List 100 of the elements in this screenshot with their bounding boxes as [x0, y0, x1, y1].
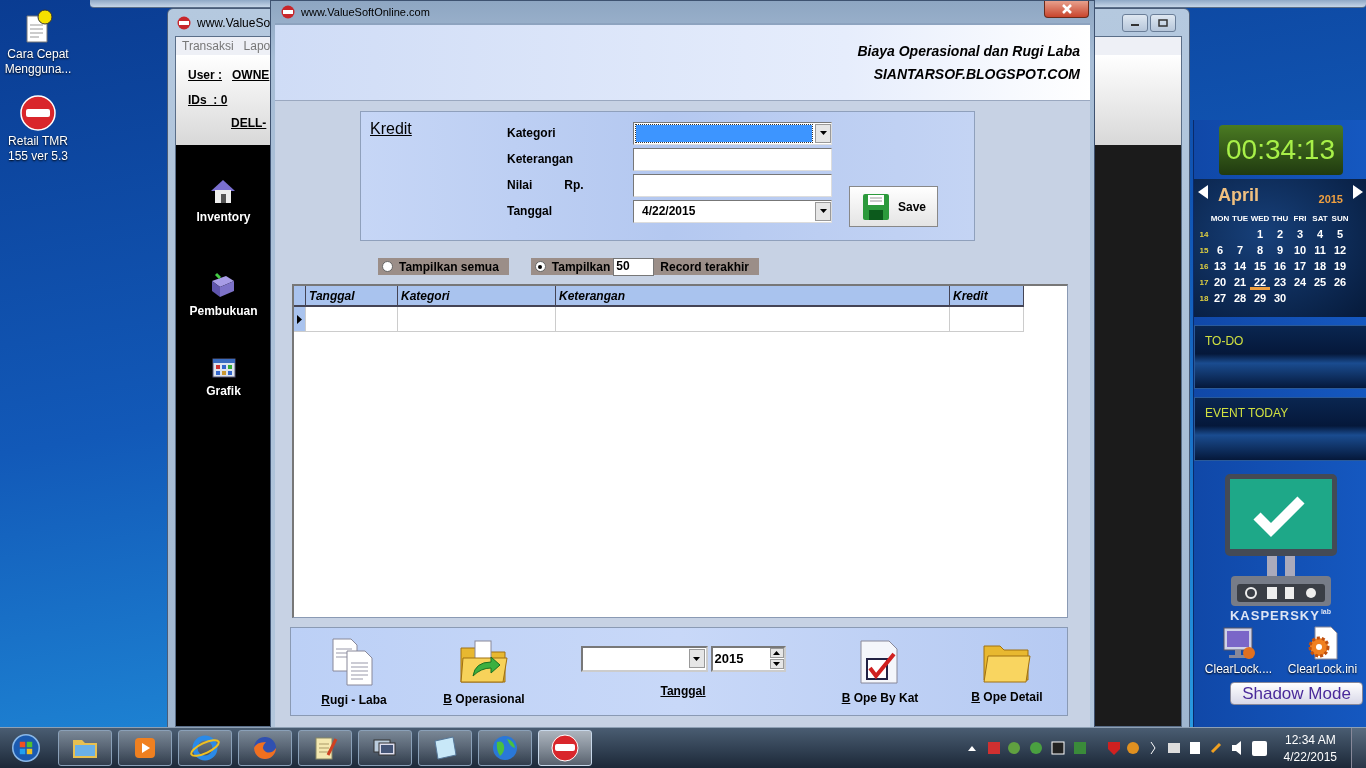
sidebar-item[interactable]: Inventory — [190, 177, 257, 225]
year-spinner[interactable]: 2015 — [710, 645, 786, 672]
calendar-day[interactable]: 1 — [1250, 227, 1270, 242]
taskbar-button[interactable] — [418, 730, 472, 766]
week-number: 18 — [1198, 293, 1210, 305]
save-button[interactable]: Save — [849, 186, 938, 227]
maximize-button[interactable] — [1150, 13, 1176, 32]
text-field[interactable] — [633, 173, 832, 197]
column-header[interactable]: Tanggal — [306, 286, 398, 307]
calendar-day[interactable]: 6 — [1210, 243, 1230, 258]
calendar-day[interactable]: 24 — [1290, 275, 1310, 290]
calendar-day[interactable]: 26 — [1330, 275, 1350, 290]
globe-e-icon — [190, 733, 220, 763]
column-header[interactable]: Keterangan — [556, 286, 950, 307]
year-label: 2015 — [1318, 193, 1343, 205]
calendar-day[interactable]: 9 — [1270, 243, 1290, 258]
desktop-shortcut[interactable]: Cara Cepat Mengguna... — [0, 8, 76, 77]
period-label: Tanggal — [660, 683, 706, 698]
sidebar-item[interactable]: Pembukuan — [183, 271, 264, 319]
unit-label: Rp. — [564, 178, 584, 192]
calendar-day[interactable]: 19 — [1330, 259, 1350, 274]
weekday-label: SUN — [1330, 213, 1350, 225]
radio-option[interactable]: Tampilkan 50 Record terakhir — [530, 258, 759, 275]
menu-item[interactable]: Lapo — [243, 39, 271, 53]
calendar-day[interactable]: 3 — [1290, 227, 1310, 242]
calendar-day[interactable]: 28 — [1230, 291, 1250, 306]
taskbar-button[interactable] — [178, 730, 232, 766]
calendar-day[interactable]: 8 — [1250, 243, 1270, 258]
calendar-day[interactable]: 4 — [1310, 227, 1330, 242]
toolbar-button[interactable]: B Operasional — [443, 637, 525, 706]
calendar-day[interactable]: 22 — [1250, 275, 1270, 290]
toolbar-button[interactable]: B Ope By Kat — [841, 638, 919, 705]
taskbar-button[interactable] — [538, 730, 592, 766]
calendar-day[interactable]: 15 — [1250, 259, 1270, 274]
dropdown-arrow-icon — [693, 656, 700, 661]
desktop-shortcut[interactable]: Retail TMR 155 ver 5.3 — [0, 95, 76, 164]
calendar-day[interactable]: 23 — [1270, 275, 1290, 290]
desktop-shortcut[interactable]: ClearLock.ini — [1284, 625, 1361, 676]
calendar-day[interactable]: 21 — [1230, 275, 1250, 290]
desktop-shortcut[interactable]: ClearLock.... — [1200, 625, 1277, 676]
week-number: 15 — [1198, 245, 1210, 257]
banner-title: Biaya Operasional dan Rugi Laba — [857, 43, 1080, 59]
minimize-button[interactable] — [1122, 13, 1148, 32]
calendar-day[interactable]: 30 — [1270, 291, 1290, 306]
calendar-day[interactable]: 2 — [1270, 227, 1290, 242]
row-selector[interactable] — [294, 307, 306, 332]
taskbar-button[interactable] — [238, 730, 292, 766]
window-title: www.ValueSo — [197, 15, 271, 30]
column-header[interactable]: Kategori — [398, 286, 556, 307]
calendar-day[interactable]: 25 — [1310, 275, 1330, 290]
globe-icon — [490, 733, 520, 763]
month-dropdown[interactable] — [580, 645, 708, 672]
sidebar-item[interactable]: Grafik — [200, 357, 247, 399]
dropdown-arrow-icon — [819, 131, 827, 135]
calendar-day[interactable]: 7 — [1230, 243, 1250, 258]
radio-button[interactable] — [534, 261, 546, 272]
taskbar-button[interactable] — [478, 730, 532, 766]
weekday-label: SAT — [1311, 213, 1329, 225]
column-header[interactable]: Kredit — [950, 286, 1024, 307]
record-count-field[interactable]: 50 — [613, 257, 655, 276]
clock-time: 12:34 AM — [1284, 732, 1336, 747]
close-button[interactable] — [1044, 1, 1089, 18]
taskbar-button[interactable] — [58, 730, 112, 766]
calendar-day[interactable]: 27 — [1210, 291, 1230, 306]
next-icon[interactable] — [1353, 185, 1363, 199]
month-title: April — [1218, 185, 1259, 206]
calendar-day[interactable]: 5 — [1330, 227, 1350, 242]
calendar-day[interactable]: 20 — [1210, 275, 1230, 290]
toolbar-button[interactable]: B Ope Detail — [971, 639, 1043, 704]
option-label: Tampilkan — [551, 259, 611, 274]
week-number: 14 — [1198, 229, 1210, 241]
taskbar-button[interactable] — [358, 730, 412, 766]
dropdown-field[interactable] — [633, 121, 832, 145]
calendar-day[interactable]: 13 — [1210, 259, 1230, 274]
calendar-day[interactable]: 17 — [1290, 259, 1310, 274]
digital-clock: 00:34:13 — [1218, 125, 1343, 175]
dropdown-field[interactable]: 4/22/2015 — [633, 199, 832, 223]
checklist-icon — [859, 638, 901, 685]
week-number: 16 — [1198, 261, 1210, 273]
calendar-day[interactable]: 11 — [1310, 243, 1330, 258]
radio-button[interactable] — [382, 261, 393, 272]
panel-title: EVENT TODAY — [1205, 406, 1289, 420]
radio-option[interactable]: Tampilkan semua — [378, 258, 509, 275]
calendar-day[interactable]: 16 — [1270, 259, 1290, 274]
calendar-day[interactable]: 29 — [1250, 291, 1270, 306]
calendar-day[interactable]: 10 — [1290, 243, 1310, 258]
taskbar-button[interactable] — [298, 730, 352, 766]
calendar-day[interactable]: 18 — [1310, 259, 1330, 274]
show-desktop-button[interactable] — [1351, 728, 1366, 768]
taskbar-button[interactable] — [118, 730, 172, 766]
calendar-day[interactable]: 14 — [1230, 259, 1250, 274]
toolbar-button[interactable]: Rugi - Laba — [321, 636, 387, 707]
weekday-label: THU — [1270, 213, 1290, 225]
text-field[interactable] — [633, 147, 832, 171]
shadow-mode-button[interactable]: Shadow Mode — [1230, 682, 1363, 705]
calendar-day[interactable]: 12 — [1330, 243, 1350, 258]
weekday-label: FRI — [1292, 213, 1308, 225]
menu-item[interactable]: Transaksi — [182, 39, 234, 53]
previous-icon[interactable] — [1198, 185, 1208, 199]
logo-icon — [281, 5, 295, 19]
